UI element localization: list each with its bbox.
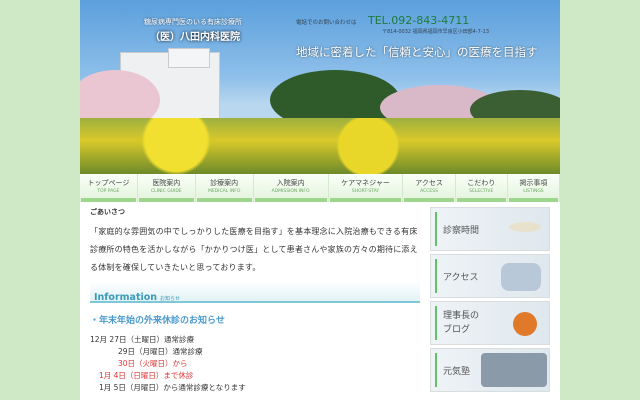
banner-consultation-hours[interactable]: 診察時間 — [430, 207, 550, 251]
teddy-bear-icon — [513, 312, 537, 336]
nav-sublabel: ACCESS — [420, 189, 438, 194]
nav-listings[interactable]: 掲示事項 LISTINGS — [508, 174, 561, 202]
nav-sublabel: CLINIC GUIDE — [150, 189, 182, 194]
nav-label: 医院案内 — [152, 179, 181, 187]
banner-access[interactable]: アクセス — [430, 254, 550, 298]
main-content: ごあいさつ 「家庭的な雰囲気の中でしっかりした医療を目指す」を基本理念に入院治療… — [90, 207, 420, 394]
schedule-line: 12月 27日（土曜日）通常診療 — [90, 335, 194, 344]
nav-medical-info[interactable]: 診療案内 MEDICAL INFO — [196, 174, 254, 202]
nav-sublabel: SELECTIVE — [469, 189, 494, 194]
nav-sublabel: ADMISSION INFO — [271, 189, 310, 194]
nav-label: ケアマネジャー — [341, 179, 390, 187]
nav-short-stay[interactable]: ケアマネジャー SHORT-STAY — [329, 174, 404, 202]
banner-label: アクセス — [443, 273, 479, 283]
header-banner: 糖尿病専門医のいる有床診療所 （医）八田内科医院 電話でのお問い合わせは TEL… — [80, 0, 560, 174]
pills-icon — [509, 222, 541, 232]
nav-selective[interactable]: こだわり SELECTIVE — [456, 174, 508, 202]
nav-top[interactable]: トップページ TOP PAGE — [80, 174, 138, 202]
nav-sublabel: MEDICAL INFO — [207, 189, 241, 194]
nav-sublabel: SHORT-STAY — [351, 189, 380, 194]
banner-label: 診察時間 — [443, 226, 480, 236]
clinic-building-top — [168, 48, 210, 68]
banner-director-blog[interactable]: 理事長のブログ — [430, 301, 550, 345]
contact-label: 電話でのお問い合わせは — [296, 20, 357, 26]
schedule-line: 1月 4日（日曜日）まで休診 — [99, 371, 194, 380]
info-subtitle: お知らせ — [160, 296, 180, 302]
nav-label: アクセス — [415, 179, 443, 187]
nav-label: 診療案内 — [210, 179, 239, 187]
family-photo-icon — [501, 263, 541, 291]
tel-number: TEL.092-843-4711 — [368, 14, 470, 27]
sidebar: 診察時間 アクセス 理事長のブログ 元気塾 — [430, 207, 550, 395]
nav-label: トップページ — [87, 179, 130, 187]
banner-label: 元気塾 — [443, 367, 471, 377]
page: 糖尿病専門医のいる有床診療所 （医）八田内科医院 電話でのお問い合わせは TEL… — [80, 0, 561, 400]
schedule-line: 30日（火曜日）から — [118, 359, 188, 368]
greeting-text: 「家庭的な雰囲気の中でしっかりした医療を目指す」を基本理念に入院治療もできる有床… — [90, 227, 418, 272]
address: 〒814-0032 福岡県福岡市早良区小田部4-7-13 — [382, 29, 489, 35]
nav-access[interactable]: アクセス ACCESS — [403, 174, 456, 202]
nav-admission-info[interactable]: 入院案内 ADMISSION INFO — [254, 174, 329, 202]
main-nav: トップページ TOP PAGE 医院案内 CLINIC GUIDE 診療案内 MEDI… — [80, 174, 561, 202]
nav-clinic-guide[interactable]: 医院案内 CLINIC GUIDE — [138, 174, 196, 202]
nav-label: 掲示事項 — [519, 179, 548, 187]
tagline: 糖尿病専門医のいる有床診療所 — [144, 18, 242, 26]
greeting-heading: ごあいさつ — [90, 208, 125, 216]
group-photo-icon — [481, 353, 547, 387]
nav-label: こだわり — [467, 179, 496, 187]
nav-label: 入院案内 — [276, 179, 305, 187]
clinic-logo[interactable]: （医）八田内科医院 — [150, 28, 240, 43]
news-link[interactable]: ・年末年始の外来休診のお知らせ — [90, 313, 420, 326]
flower-field — [80, 118, 560, 174]
schedule-line: 1月 5日（月曜日）から通常診療となります — [99, 383, 246, 392]
holiday-schedule: 12月 27日（土曜日）通常診療 29日（月曜日）通常診療 30日（火曜日）から… — [90, 334, 420, 394]
nav-sublabel: TOP PAGE — [97, 189, 120, 194]
info-title: Information — [94, 292, 158, 303]
information-header: Information お知らせ — [90, 281, 420, 303]
slogan: 地域に密着した「信頼と安心」の医療を目指す — [296, 45, 538, 59]
schedule-line: 29日（月曜日）通常診療 — [118, 347, 203, 356]
banner-label: 理事長のブログ — [443, 311, 480, 335]
nav-sublabel: LISTINGS — [523, 189, 544, 194]
banner-genkijuku[interactable]: 元気塾 — [430, 348, 550, 392]
